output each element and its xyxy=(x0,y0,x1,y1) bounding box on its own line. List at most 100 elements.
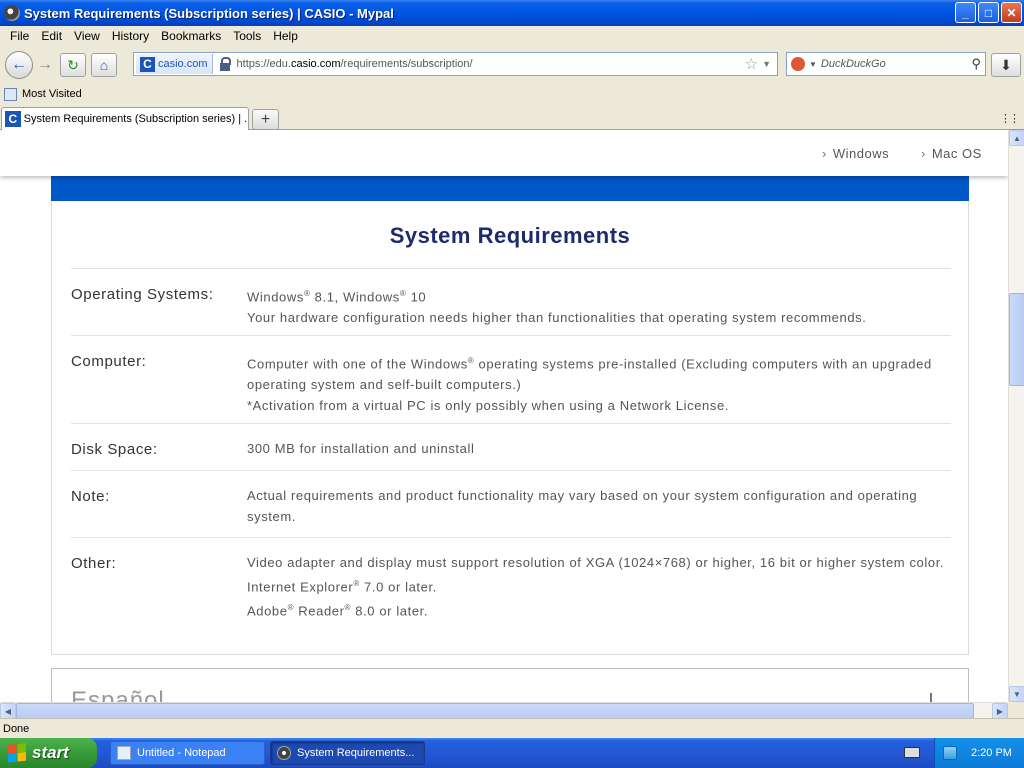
requirement-text: 10 xyxy=(406,289,427,305)
taskbar: start Untitled - Notepad System Requirem… xyxy=(0,738,1024,768)
taskbar-browser[interactable]: System Requirements... xyxy=(270,741,425,765)
requirement-value: 300 MB for installation and uninstall xyxy=(247,438,951,470)
menu-help[interactable]: Help xyxy=(267,29,304,43)
navigation-toolbar: ← → ↻ ⌂ C casio.com https://edu.casio.co… xyxy=(0,46,1024,84)
back-arrow-icon: ← xyxy=(11,56,27,73)
site-identity-button[interactable]: C casio.com xyxy=(136,54,213,74)
url-text[interactable]: https://edu.casio.com/requirements/subsc… xyxy=(237,58,745,70)
tab-label: System Requirements (Subscription series… xyxy=(23,113,248,125)
back-button[interactable]: ← xyxy=(5,51,33,79)
reload-button[interactable]: ↻ xyxy=(60,53,86,77)
bookmark-most-visited[interactable]: Most Visited xyxy=(22,88,82,100)
requirement-value: Windows® 8.1, Windows® 10 Your hardware c… xyxy=(247,283,951,335)
browser-icon xyxy=(277,746,291,760)
search-icon[interactable]: ⚲ xyxy=(971,56,981,72)
tab-list-icon[interactable]: ⋮⋮ xyxy=(1000,112,1020,125)
home-button[interactable]: ⌂ xyxy=(91,53,117,77)
expand-toggle-icon[interactable] xyxy=(930,693,932,702)
requirement-label: Disk Space: xyxy=(71,441,158,458)
window-title-bar[interactable]: System Requirements (Subscription series… xyxy=(0,0,1024,26)
requirement-text: Internet Explorer xyxy=(247,579,354,595)
scroll-up-icon[interactable]: ▲ xyxy=(1009,130,1024,146)
minimize-button[interactable]: _ xyxy=(955,2,976,23)
network-icon[interactable] xyxy=(943,746,957,760)
clock[interactable]: 2:20 PM xyxy=(971,747,1012,759)
tab-strip: C System Requirements (Subscription seri… xyxy=(0,104,1024,130)
requirements-card: System Requirements Operating Systems: Wi… xyxy=(51,201,969,655)
downloads-button[interactable]: ⬇ xyxy=(991,53,1021,77)
address-bar[interactable]: C casio.com https://edu.casio.com/requir… xyxy=(133,52,778,76)
search-engine-dropdown-icon[interactable]: ▼ xyxy=(809,60,817,69)
requirement-line: Internet Explorer® 7.0 or later. xyxy=(247,573,951,597)
menu-edit[interactable]: Edit xyxy=(35,29,68,43)
scrollbar-corner xyxy=(1008,702,1024,718)
search-input[interactable]: DuckDuckGo xyxy=(821,58,972,70)
chevron-right-icon: › xyxy=(822,146,827,161)
taskbar-browser-label: System Requirements... xyxy=(297,747,415,759)
os-link-mac[interactable]: › Mac OS xyxy=(921,146,982,161)
start-label: start xyxy=(32,743,69,762)
requirement-label: Note: xyxy=(71,488,110,505)
vertical-scroll-thumb[interactable] xyxy=(1009,293,1024,386)
search-bar[interactable]: ▼ DuckDuckGo ⚲ xyxy=(786,52,986,76)
vertical-scrollbar[interactable]: ▲ ▼ xyxy=(1008,130,1024,702)
os-link-mac-label: Mac OS xyxy=(931,146,982,161)
menu-bar: File Edit View History Bookmarks Tools H… xyxy=(0,26,1024,46)
status-text: Done xyxy=(3,722,30,735)
os-link-windows-label: Windows xyxy=(832,146,890,161)
casio-logo-icon: C xyxy=(140,56,155,72)
sticky-os-header: › Windows › Mac OS xyxy=(0,130,1008,176)
duckduckgo-icon[interactable] xyxy=(791,57,805,71)
horizontal-scroll-thumb[interactable] xyxy=(16,703,974,719)
url-dropdown-icon[interactable]: ▼ xyxy=(762,59,771,69)
scroll-down-icon[interactable]: ▼ xyxy=(1009,686,1024,702)
maximize-button[interactable]: □ xyxy=(978,2,999,23)
keyboard-icon[interactable] xyxy=(904,747,920,758)
url-path: /requirements/subscription/ xyxy=(340,58,473,70)
spanish-section-card[interactable]: Español xyxy=(51,668,969,702)
start-button[interactable]: start xyxy=(0,738,97,768)
scroll-left-icon[interactable]: ◀ xyxy=(0,703,16,719)
requirement-text: 7.0 or later. xyxy=(359,579,437,595)
close-button[interactable]: ✕ xyxy=(1001,2,1022,23)
spanish-section-title: Español xyxy=(71,687,165,702)
horizontal-scrollbar[interactable]: ◀ ▶ xyxy=(0,702,1008,719)
menu-view[interactable]: View xyxy=(68,29,106,43)
windows-logo-icon xyxy=(8,743,26,763)
taskbar-notepad-label: Untitled - Notepad xyxy=(137,747,226,759)
menu-file[interactable]: File xyxy=(4,29,35,43)
home-icon: ⌂ xyxy=(99,57,109,73)
requirement-label: Computer: xyxy=(71,353,147,370)
requirement-text: Windows xyxy=(247,289,304,305)
bookmark-folder-icon xyxy=(4,87,17,101)
requirement-text: 8.0 or later. xyxy=(351,603,429,619)
requirement-label: Operating Systems: xyxy=(71,286,214,303)
requirement-row: Operating Systems: Windows® 8.1, Windows®… xyxy=(71,268,951,335)
window-controls: _ □ ✕ xyxy=(955,2,1022,23)
requirement-row: Note: Actual requirements and product fun… xyxy=(71,470,951,537)
requirement-row: Computer: Computer with one of the Window… xyxy=(71,335,951,423)
scroll-right-icon[interactable]: ▶ xyxy=(992,703,1008,719)
os-link-windows[interactable]: › Windows xyxy=(822,146,889,161)
requirement-row: Disk Space: 300 MB for installation and u… xyxy=(71,423,951,470)
requirement-row: Other: Video adapter and display must sup… xyxy=(71,537,951,649)
requirement-text: Adobe xyxy=(247,603,288,619)
taskbar-notepad[interactable]: Untitled - Notepad xyxy=(110,741,265,765)
tab-system-requirements[interactable]: C System Requirements (Subscription seri… xyxy=(1,107,249,130)
menu-history[interactable]: History xyxy=(106,29,155,43)
forward-arrow-icon: → xyxy=(37,56,53,73)
reload-icon: ↻ xyxy=(67,56,79,73)
window-title: System Requirements (Subscription series… xyxy=(24,5,394,21)
lock-icon xyxy=(218,57,232,71)
status-bar: Done xyxy=(0,718,1024,738)
menu-bookmarks[interactable]: Bookmarks xyxy=(155,29,227,43)
requirement-line: Your hardware configuration needs higher… xyxy=(247,310,867,326)
forward-button[interactable]: → xyxy=(35,54,55,76)
requirement-line: Computer with one of the Windows® operat… xyxy=(247,350,951,395)
new-tab-button[interactable]: + xyxy=(252,109,279,130)
url-host: casio.com xyxy=(290,58,341,70)
bookmark-star-icon[interactable]: ☆ xyxy=(745,55,758,73)
requirement-value: Video adapter and display must support r… xyxy=(247,552,951,649)
menu-tools[interactable]: Tools xyxy=(227,29,267,43)
requirement-value: Actual requirements and product function… xyxy=(247,485,951,537)
